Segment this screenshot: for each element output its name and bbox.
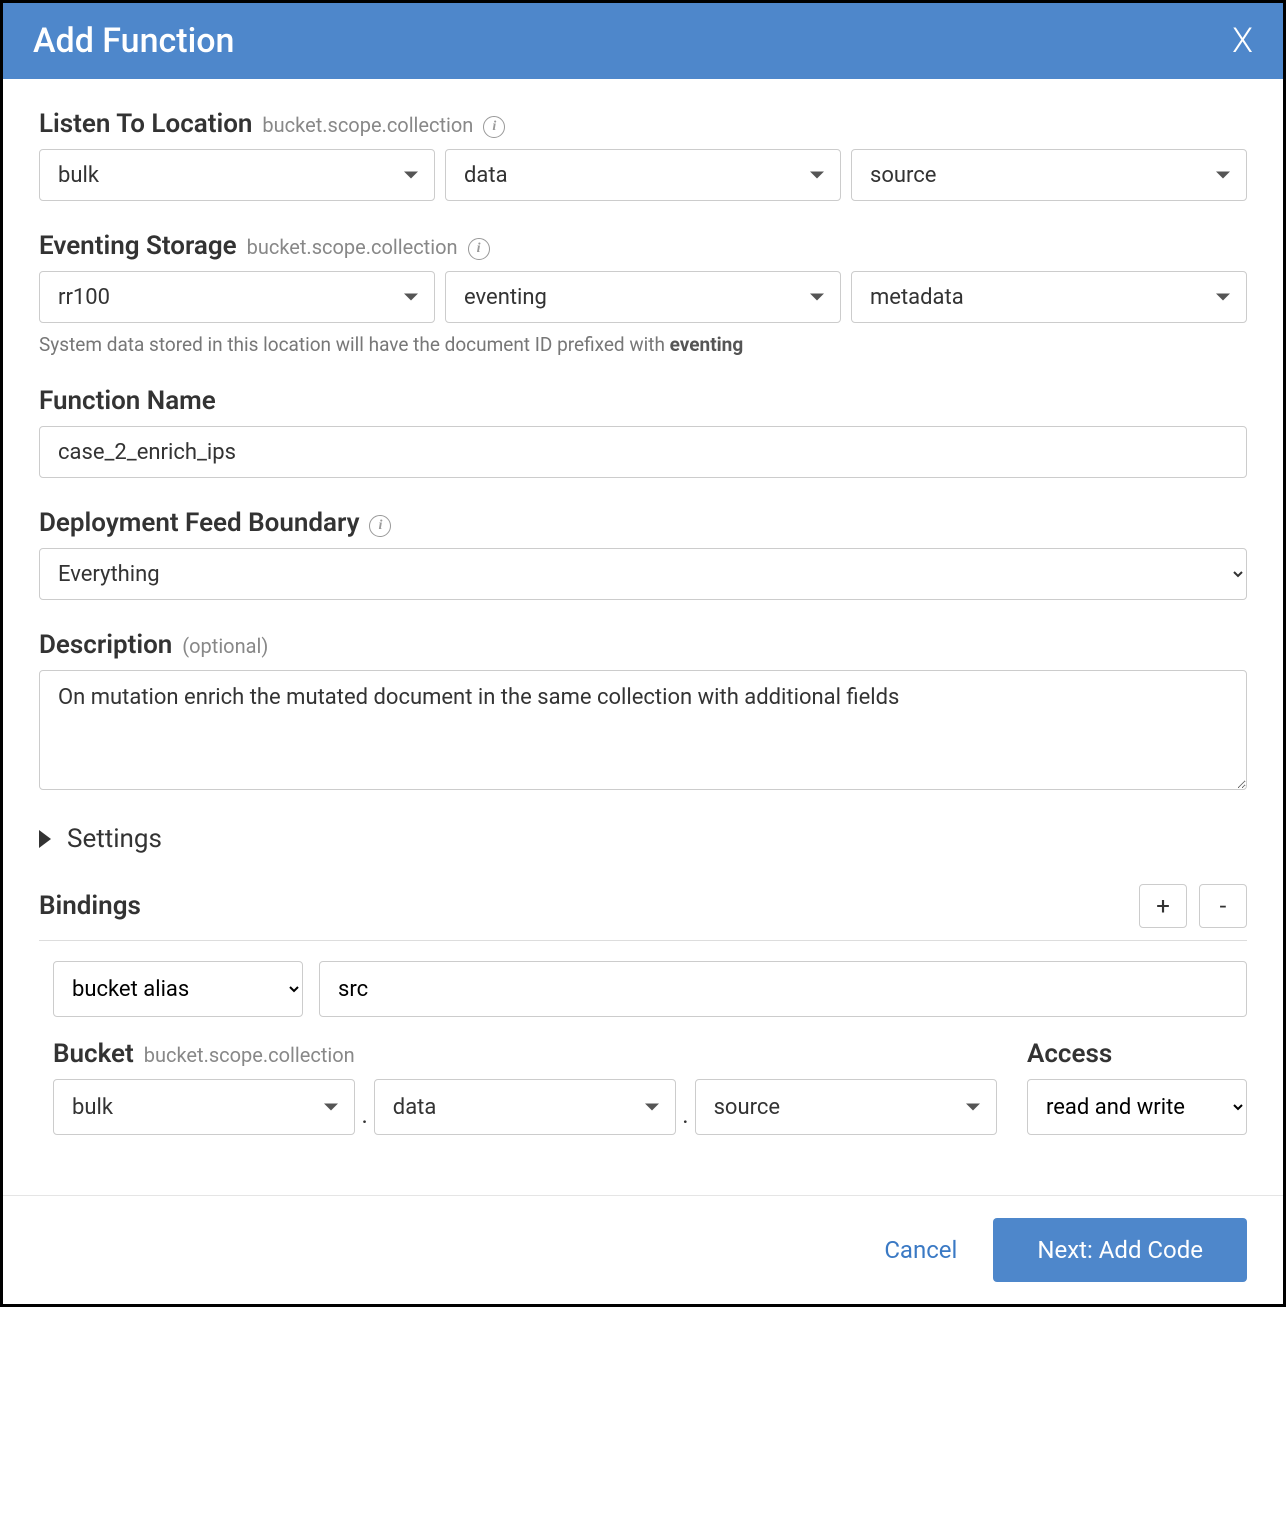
binding-bucket-label: Bucket — [53, 1039, 134, 1069]
function-name-label-row: Function Name — [39, 386, 1247, 416]
add-function-modal: Add Function X Listen To Location bucket… — [0, 0, 1286, 1307]
storage-collection-value: metadata — [870, 285, 964, 310]
eventing-storage-selects: rr100 eventing metadata — [39, 271, 1247, 323]
binding-collection-value: source — [714, 1095, 780, 1120]
storage-collection-select[interactable]: metadata — [851, 271, 1247, 323]
eventing-storage-section: Eventing Storage bucket.scope.collection… — [39, 231, 1247, 356]
remove-binding-button[interactable]: - — [1199, 884, 1247, 928]
description-label-row: Description (optional) — [39, 630, 1247, 660]
listen-bucket-value: bulk — [58, 163, 99, 188]
listen-collection-select[interactable]: source — [851, 149, 1247, 201]
cancel-button[interactable]: Cancel — [884, 1236, 957, 1264]
chevron-down-icon — [966, 1104, 980, 1111]
binding-collection-select[interactable]: source — [695, 1079, 997, 1135]
deployment-boundary-label-row: Deployment Feed Boundary i — [39, 508, 1247, 538]
bindings-header: Bindings + - — [39, 884, 1247, 941]
binding-access-select[interactable]: read and write — [1027, 1079, 1247, 1135]
binding-scope-select[interactable]: data — [374, 1079, 676, 1135]
info-icon[interactable]: i — [468, 238, 490, 260]
modal-footer: Cancel Next: Add Code — [3, 1195, 1283, 1304]
description-section: Description (optional) — [39, 630, 1247, 794]
function-name-label: Function Name — [39, 386, 216, 416]
binding-bucket-row: Bucket bucket.scope.collection bulk . da… — [39, 1039, 1247, 1135]
listen-location-label: Listen To Location — [39, 109, 252, 139]
binding-bucket-select[interactable]: bulk — [53, 1079, 355, 1135]
binding-type-select[interactable]: bucket alias — [53, 961, 303, 1017]
bindings-buttons: + - — [1139, 884, 1247, 928]
listen-scope-value: data — [464, 163, 508, 188]
description-label: Description — [39, 630, 172, 660]
chevron-down-icon — [404, 172, 418, 179]
storage-bucket-value: rr100 — [58, 285, 110, 310]
deployment-boundary-select[interactable]: Everything — [39, 548, 1247, 600]
storage-scope-select[interactable]: eventing — [445, 271, 841, 323]
binding-bucket-hint: bucket.scope.collection — [144, 1043, 355, 1067]
chevron-down-icon — [324, 1104, 338, 1111]
binding-alias-input[interactable] — [319, 961, 1247, 1017]
storage-help-prefix: System data stored in this location will… — [39, 333, 670, 356]
description-textarea[interactable] — [39, 670, 1247, 790]
modal-body: Listen To Location bucket.scope.collecti… — [3, 79, 1283, 1145]
listen-location-label-row: Listen To Location bucket.scope.collecti… — [39, 109, 1247, 139]
modal-header: Add Function X — [3, 3, 1283, 79]
storage-help-text: System data stored in this location will… — [39, 333, 1247, 356]
binding-bucket-column: Bucket bucket.scope.collection bulk . da… — [53, 1039, 997, 1135]
chevron-down-icon — [645, 1104, 659, 1111]
function-name-section: Function Name — [39, 386, 1247, 478]
chevron-down-icon — [1216, 172, 1230, 179]
deployment-boundary-label: Deployment Feed Boundary — [39, 508, 360, 538]
storage-help-strong: eventing — [670, 333, 744, 356]
eventing-storage-label: Eventing Storage — [39, 231, 237, 261]
listen-collection-value: source — [870, 163, 936, 188]
binding-access-column: Access read and write — [1027, 1039, 1247, 1135]
binding-access-label-row: Access — [1027, 1039, 1247, 1069]
close-icon[interactable]: X — [1232, 24, 1253, 58]
listen-bucket-select[interactable]: bulk — [39, 149, 435, 201]
deployment-boundary-section: Deployment Feed Boundary i Everything — [39, 508, 1247, 600]
eventing-storage-label-row: Eventing Storage bucket.scope.collection… — [39, 231, 1247, 261]
binding-scope-value: data — [393, 1095, 437, 1120]
description-optional: (optional) — [182, 634, 268, 658]
storage-bucket-select[interactable]: rr100 — [39, 271, 435, 323]
chevron-down-icon — [404, 294, 418, 301]
bindings-section: Bindings + - bucket alias Bucket bucket.… — [39, 884, 1247, 1135]
next-add-code-button[interactable]: Next: Add Code — [993, 1218, 1247, 1282]
settings-label: Settings — [67, 824, 162, 854]
chevron-down-icon — [810, 294, 824, 301]
caret-right-icon — [39, 830, 51, 848]
eventing-storage-hint: bucket.scope.collection — [247, 235, 458, 259]
listen-scope-select[interactable]: data — [445, 149, 841, 201]
chevron-down-icon — [1216, 294, 1230, 301]
binding-bucket-value: bulk — [72, 1095, 113, 1120]
dot-separator: . — [359, 1101, 369, 1135]
chevron-down-icon — [810, 172, 824, 179]
binding-access-label: Access — [1027, 1039, 1112, 1069]
info-icon[interactable]: i — [369, 515, 391, 537]
binding-alias-row: bucket alias — [39, 961, 1247, 1017]
binding-bucket-label-row: Bucket bucket.scope.collection — [53, 1039, 997, 1069]
modal-title: Add Function — [33, 21, 234, 61]
storage-scope-value: eventing — [464, 285, 547, 310]
add-binding-button[interactable]: + — [1139, 884, 1187, 928]
info-icon[interactable]: i — [483, 116, 505, 138]
listen-location-selects: bulk data source — [39, 149, 1247, 201]
binding-bucket-selects: bulk . data . source — [53, 1079, 997, 1135]
listen-location-section: Listen To Location bucket.scope.collecti… — [39, 109, 1247, 201]
listen-location-hint: bucket.scope.collection — [262, 113, 473, 137]
settings-toggle[interactable]: Settings — [39, 824, 1247, 854]
dot-separator: . — [680, 1101, 690, 1135]
bindings-label: Bindings — [39, 891, 141, 921]
function-name-input[interactable] — [39, 426, 1247, 478]
